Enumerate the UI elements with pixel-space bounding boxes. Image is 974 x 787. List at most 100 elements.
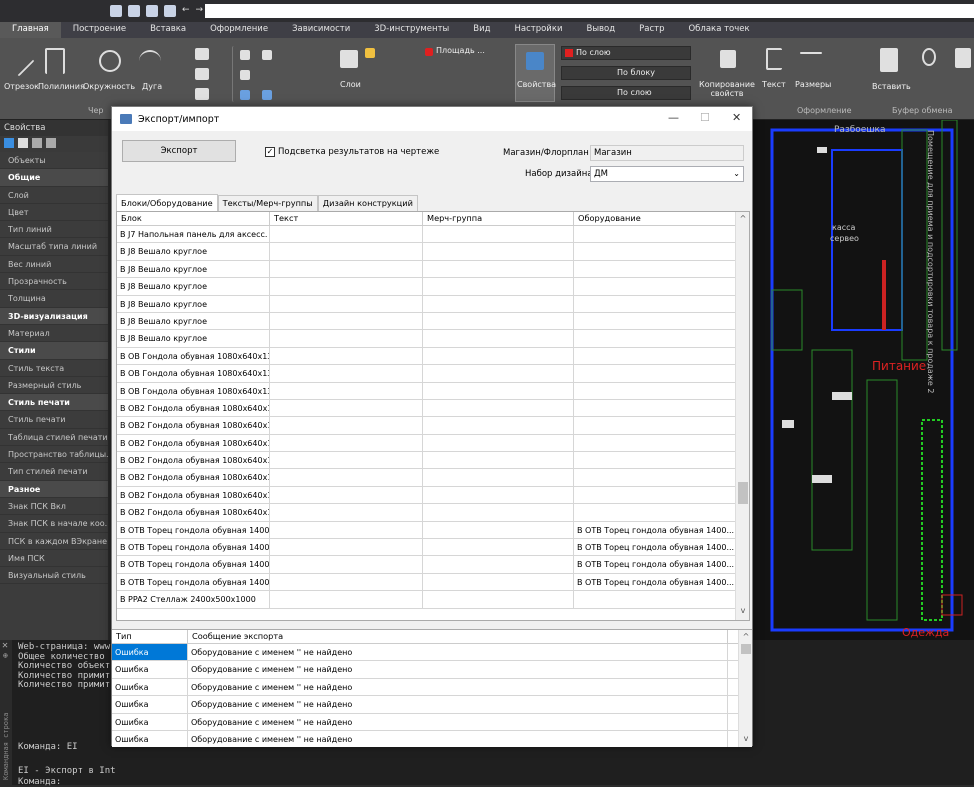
messages-grid-scrollbar[interactable]: ^ v xyxy=(738,630,752,747)
table-cell[interactable] xyxy=(270,243,423,260)
ribbon-tab[interactable]: Растр xyxy=(627,22,676,38)
column-header[interactable]: Сообщение экспорта xyxy=(188,630,728,643)
message-row[interactable]: Ошибка Оборудование с именем '' не найден… xyxy=(112,713,738,731)
property-row[interactable]: Стиль печати xyxy=(0,411,108,429)
drawing-canvas[interactable]: Разбоешка касса сервео Питание Одежда По… xyxy=(752,120,974,640)
message-cell[interactable]: Оборудование с именем '' не найдено xyxy=(188,696,728,713)
property-category[interactable]: Стиль печати xyxy=(0,394,108,412)
ribbon-tab[interactable]: Оформление xyxy=(198,22,280,38)
table-cell[interactable] xyxy=(270,295,423,312)
ribbon-tab[interactable]: Облака точек xyxy=(676,22,761,38)
message-cell[interactable]: Ошибка xyxy=(112,678,188,696)
table-row[interactable]: B J8 Вешало круглое xyxy=(117,312,737,331)
layers-button[interactable]: Слои xyxy=(340,80,361,89)
close-icon[interactable]: ✕ xyxy=(0,640,12,651)
table-cell[interactable] xyxy=(423,452,574,469)
scroll-up-icon[interactable]: ^ xyxy=(736,214,749,223)
column-header[interactable]: Блок xyxy=(117,212,270,225)
table-cell[interactable] xyxy=(574,226,737,243)
table-cell[interactable] xyxy=(270,330,423,347)
table-row[interactable]: B OB2 Гондола обувная 1080x640x1... xyxy=(117,452,737,470)
table-cell[interactable] xyxy=(270,521,423,539)
message-cell[interactable]: Ошибка xyxy=(112,661,188,678)
table-cell[interactable]: B OB2 Гондола обувная 1080x640x1... xyxy=(117,399,270,417)
ribbon-tab[interactable]: Зависимости xyxy=(280,22,362,38)
table-cell[interactable] xyxy=(574,312,737,330)
property-row[interactable]: Материал xyxy=(0,325,108,343)
save-as-icon[interactable] xyxy=(164,5,176,17)
new-file-icon[interactable] xyxy=(110,5,122,17)
table-cell[interactable] xyxy=(423,556,574,573)
match-properties-button[interactable]: Копирование свойств xyxy=(697,80,757,98)
table-cell[interactable] xyxy=(423,260,574,278)
message-cell[interactable]: Оборудование с именем '' не найдено xyxy=(188,661,728,678)
table-row[interactable]: B OB2 Гондола обувная 1080x640x1... xyxy=(117,504,737,522)
table-cell[interactable] xyxy=(423,330,574,347)
property-category[interactable]: Разное xyxy=(0,480,108,498)
column-header[interactable]: Тип xyxy=(112,630,188,643)
message-row[interactable]: Ошибка Оборудование с именем '' не найден… xyxy=(112,661,738,679)
table-cell[interactable] xyxy=(423,504,574,521)
table-row[interactable]: B J8 Вешало круглое xyxy=(117,295,737,313)
color-select[interactable]: По слою xyxy=(561,46,691,60)
table-cell[interactable] xyxy=(574,243,737,260)
circle-button[interactable]: Окружность xyxy=(83,82,135,91)
mirror-icon[interactable] xyxy=(240,90,250,100)
table-cell[interactable]: B OTB Торец гондола обувная 1400... xyxy=(574,521,737,539)
property-row[interactable]: Пространство таблицы... xyxy=(0,446,108,464)
message-row[interactable]: Ошибка Оборудование с именем '' не найден… xyxy=(112,644,738,662)
table-cell[interactable]: B J8 Вешало круглое xyxy=(117,312,270,330)
table-cell[interactable] xyxy=(574,486,737,504)
table-cell[interactable]: B OB2 Гондола обувная 1080x640x1... xyxy=(117,469,270,486)
property-row[interactable]: ПСК в каждом ВЭкране xyxy=(0,533,108,550)
checkbox-check-icon[interactable]: ✓ xyxy=(265,147,275,157)
table-row[interactable]: B J7 Напольная панель для аксесс. xyxy=(117,226,737,244)
table-row[interactable]: B OB2 Гондола обувная 1080x640x1... xyxy=(117,434,737,453)
table-row[interactable]: B OB Гондола обувная 1080x640x13... xyxy=(117,347,737,366)
table-row[interactable]: B OTB Торец гондола обувная 1400... B OTB… xyxy=(117,539,737,557)
ellipse-icon[interactable] xyxy=(195,68,209,80)
table-cell[interactable] xyxy=(423,573,574,591)
table-cell[interactable] xyxy=(270,417,423,434)
properties-button[interactable]: Свойства xyxy=(517,80,556,89)
undo-icon[interactable]: ← xyxy=(182,5,190,17)
export-button[interactable]: Экспорт xyxy=(122,140,236,162)
property-row[interactable]: Масштаб типа линий xyxy=(0,238,108,256)
scroll-down-icon[interactable]: v xyxy=(736,606,749,615)
message-cell[interactable]: Ошибка xyxy=(112,644,188,661)
highlight-checkbox[interactable]: ✓ Подсветка результатов на чертеже xyxy=(265,147,439,157)
rotate-icon[interactable] xyxy=(262,50,272,60)
property-row[interactable]: Размерный стиль xyxy=(0,377,108,395)
line-icon[interactable] xyxy=(3,45,35,77)
table-row[interactable]: B J8 Вешало круглое xyxy=(117,278,737,296)
ribbon-tab[interactable]: Настройки xyxy=(502,22,574,38)
table-cell[interactable] xyxy=(423,521,574,539)
table-cell[interactable] xyxy=(270,573,423,591)
properties-icon[interactable] xyxy=(526,52,544,70)
table-row[interactable]: B OTB Торец гондола обувная 1400... B OTB… xyxy=(117,556,737,574)
match-properties-icon[interactable] xyxy=(720,50,736,68)
table-cell[interactable] xyxy=(574,330,737,347)
table-cell[interactable]: B OB Гондола обувная 1080x640x13... xyxy=(117,347,270,365)
table-cell[interactable]: B OTB Торец гондола обувная 1400... xyxy=(574,573,737,591)
table-row[interactable]: B J8 Вешало круглое xyxy=(117,260,737,279)
table-cell[interactable]: B OTB Торец гондола обувная 1400... xyxy=(574,539,737,556)
property-row[interactable]: Объекты xyxy=(0,152,108,170)
table-row[interactable]: B OB2 Гондола обувная 1080x640x1... xyxy=(117,399,737,418)
table-row[interactable]: B OB Гондола обувная 1080x640x13... xyxy=(117,382,737,400)
table-cell[interactable] xyxy=(423,382,574,399)
copy-clip-icon[interactable] xyxy=(955,48,971,68)
open-file-icon[interactable] xyxy=(128,5,140,17)
table-row[interactable]: B OTB Торец гондола обувная 1400... B OTB… xyxy=(117,521,737,540)
area-dropdown[interactable]: Площадь ... xyxy=(436,46,485,55)
redo-icon[interactable]: → xyxy=(196,5,204,17)
scroll-thumb[interactable] xyxy=(738,482,748,504)
array-icon[interactable] xyxy=(262,90,272,100)
table-cell[interactable] xyxy=(270,591,423,608)
move-icon[interactable] xyxy=(240,50,250,60)
dimensions-button[interactable]: Размеры xyxy=(795,80,831,89)
save-icon[interactable] xyxy=(146,5,158,17)
message-cell[interactable]: Ошибка xyxy=(112,713,188,730)
table-cell[interactable]: B OTB Торец гондола обувная 1400... xyxy=(117,521,270,539)
property-category[interactable]: 3D-визуализация xyxy=(0,307,108,325)
